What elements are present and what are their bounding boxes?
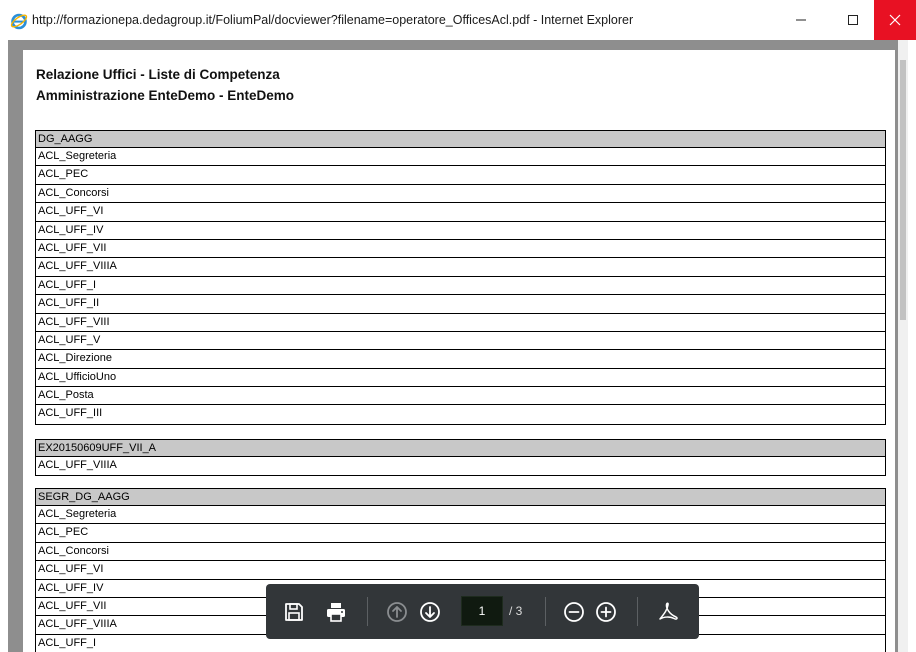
table-row: ACL_UFF_I: [36, 277, 885, 296]
maximize-button[interactable]: [830, 0, 876, 40]
minus-circle-icon: [564, 602, 584, 622]
pdf-page: Relazione Uffici - Liste di Competenza A…: [23, 50, 895, 652]
table-row: ACL_PEC: [36, 524, 885, 543]
table-row: ACL_Posta: [36, 387, 885, 406]
table-row: ACL_UFF_VII: [36, 240, 885, 259]
vertical-scrollbar[interactable]: [898, 40, 908, 652]
close-button[interactable]: [874, 0, 916, 40]
close-icon: [889, 14, 901, 26]
maximize-icon: [848, 15, 858, 25]
arrow-down-circle-icon: [420, 602, 440, 622]
next-page-button[interactable]: [416, 598, 444, 626]
save-icon: [285, 603, 303, 621]
group-header: DG_AAGG: [36, 131, 885, 148]
title-bar: http://formazionepa.dedagroup.it/FoliumP…: [0, 0, 916, 40]
minimize-button[interactable]: [778, 0, 824, 40]
plus-circle-icon: [596, 602, 616, 622]
toolbar-separator: [367, 597, 368, 626]
minimize-icon: [796, 19, 806, 21]
page-number-input[interactable]: 1: [461, 596, 503, 626]
table-row: ACL_PEC: [36, 166, 885, 185]
save-button[interactable]: [280, 598, 308, 626]
table-row: ACL_UFF_III: [38, 407, 103, 420]
group-header: EX20150609UFF_VII_A: [36, 440, 885, 457]
toolbar-separator: [637, 597, 638, 626]
toolbar-separator: [545, 597, 546, 626]
table-row: ACL_Segreteria: [36, 506, 885, 525]
office-group: EX20150609UFF_VII_A ACL_UFF_VIIIA: [35, 439, 886, 477]
page-total: / 3: [509, 604, 523, 618]
table-row: ACL_Concorsi: [36, 185, 885, 204]
scrollbar-thumb[interactable]: [900, 60, 906, 320]
table-row: ACL_UFF_VI: [36, 203, 885, 222]
previous-page-button[interactable]: [383, 598, 411, 626]
table-row: ACL_UFF_VIII: [36, 314, 885, 332]
table-row: ACL_UFF_IV: [36, 222, 885, 240]
table-row: ACL_UFF_II: [36, 295, 885, 314]
pdf-viewer[interactable]: Relazione Uffici - Liste di Competenza A…: [8, 40, 908, 652]
zoom-in-button[interactable]: [592, 598, 620, 626]
table-row: ACL_UFF_VIIIA: [38, 459, 117, 471]
window-title: http://formazionepa.dedagroup.it/FoliumP…: [32, 13, 634, 27]
table-row: ACL_Segreteria: [36, 148, 885, 167]
table-row: ACL_Direzione: [36, 350, 885, 369]
print-icon: [327, 603, 345, 622]
internet-explorer-icon: [10, 13, 28, 30]
acrobat-icon: [659, 602, 678, 620]
pdf-toolbar: 1 / 3: [266, 584, 699, 639]
zoom-out-button[interactable]: [560, 598, 588, 626]
document-title: Relazione Uffici - Liste di Competenza: [36, 67, 280, 82]
table-row: ACL_UfficioUno: [36, 369, 885, 388]
document-subtitle: Amministrazione EnteDemo - EnteDemo: [36, 88, 295, 103]
table-row: ACL_UFF_VIIIA: [36, 258, 885, 277]
print-button[interactable]: [322, 598, 350, 626]
arrow-up-circle-icon: [387, 602, 407, 622]
table-row: ACL_UFF_V: [36, 332, 885, 351]
office-group: DG_AAGG ACL_Segreteria ACL_PEC ACL_Conco…: [35, 130, 886, 425]
table-row: ACL_Concorsi: [36, 543, 885, 562]
group-header: SEGR_DG_AAGG: [36, 489, 885, 506]
table-row: ACL_UFF_VI: [36, 561, 885, 580]
open-in-acrobat-button[interactable]: [654, 598, 682, 626]
